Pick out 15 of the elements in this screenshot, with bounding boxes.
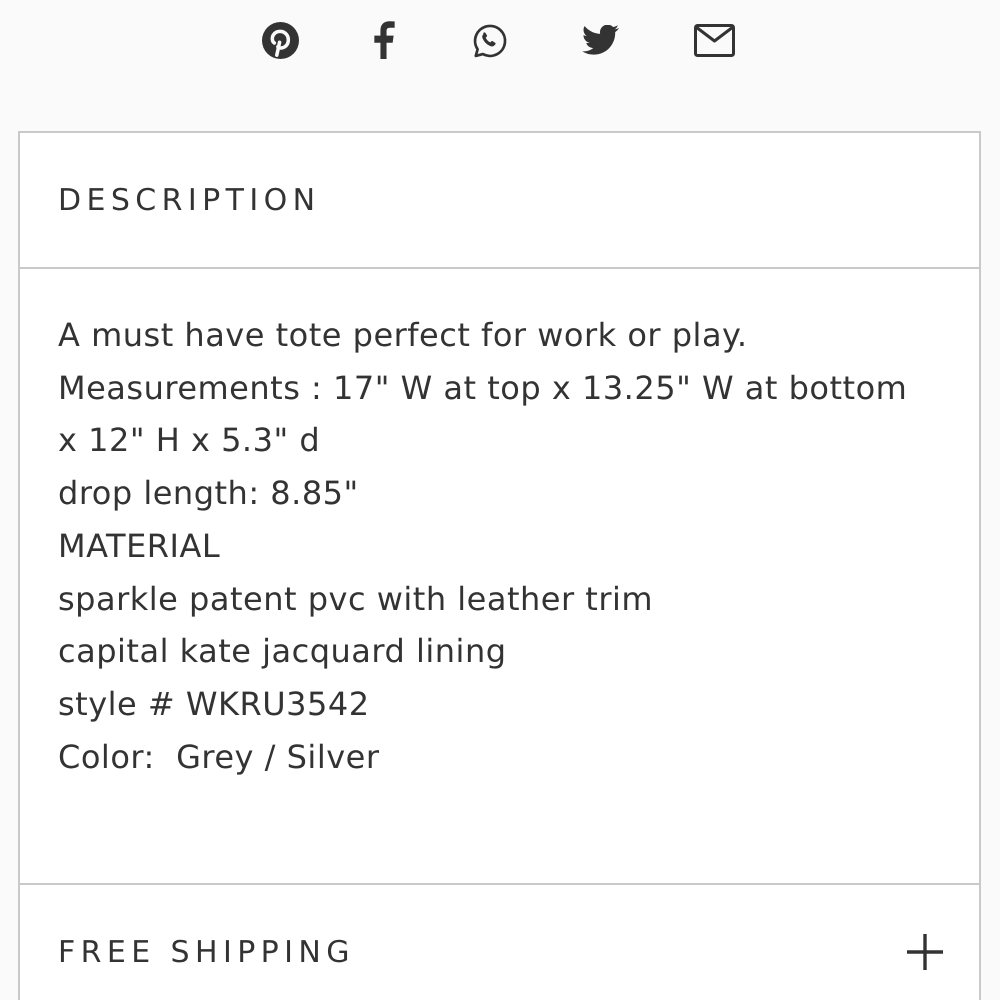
description-line: A must have tote perfect for work or play. bbox=[58, 315, 748, 356]
description-line: drop length: 8.85" bbox=[58, 473, 359, 514]
description-line: capital kate jacquard lining bbox=[58, 631, 507, 672]
description-line: MATERIAL bbox=[58, 526, 220, 567]
pinterest-icon[interactable] bbox=[262, 22, 298, 58]
description-line: style # WKRU3542 bbox=[58, 684, 370, 725]
whatsapp-icon[interactable] bbox=[471, 22, 507, 58]
plus-icon bbox=[907, 934, 943, 970]
description-line: Color: Grey / Silver bbox=[58, 736, 380, 778]
description-line: Measurements : 17" W at top x 13.25" W at bottom bbox=[58, 368, 908, 409]
description-line: x 12" H x 5.3" d bbox=[58, 420, 320, 462]
twitter-icon[interactable] bbox=[582, 25, 618, 55]
description-line: sparkle patent pvc with leather trim bbox=[58, 578, 654, 620]
facebook-icon[interactable] bbox=[374, 21, 394, 59]
mail-icon[interactable] bbox=[694, 24, 734, 56]
